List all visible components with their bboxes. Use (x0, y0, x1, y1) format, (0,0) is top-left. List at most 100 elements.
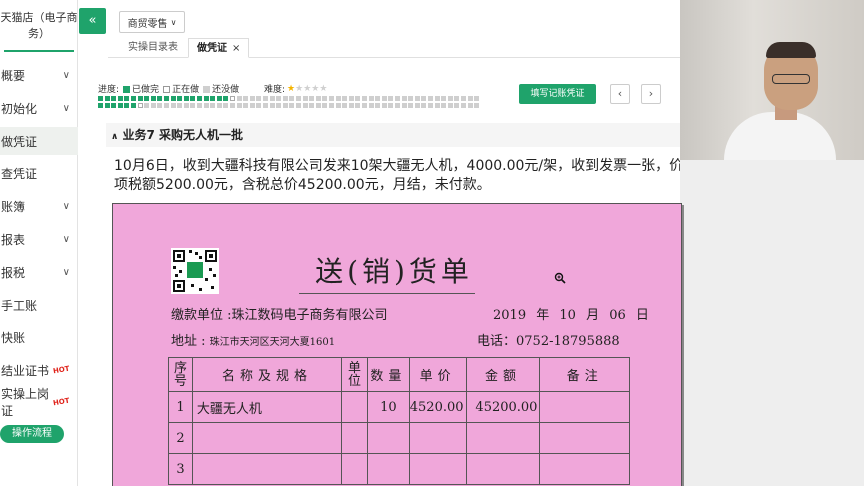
progress-cell[interactable] (210, 102, 216, 108)
sidebar-item[interactable]: 报税 ∨ (0, 258, 78, 286)
sidebar-item[interactable]: 账簿 ∨ (0, 192, 78, 220)
progress-cell[interactable] (441, 102, 447, 108)
next-icon[interactable]: › (641, 84, 661, 104)
progress-cell[interactable] (256, 96, 262, 101)
sidebar-item[interactable]: 手工账 (0, 291, 78, 319)
progress-cell[interactable] (302, 102, 308, 108)
fill-voucher-button[interactable]: 填写记账凭证 (519, 84, 596, 104)
progress-cell[interactable] (98, 102, 103, 108)
sidebar-item[interactable]: 报表 ∨ (0, 225, 78, 253)
progress-cell[interactable] (203, 96, 209, 101)
progress-cell[interactable] (461, 102, 466, 108)
progress-cell[interactable] (117, 102, 123, 108)
business-type-select[interactable]: 商贸零售 ∨ (119, 11, 185, 33)
progress-cell[interactable] (375, 102, 381, 108)
progress-cell[interactable] (421, 102, 427, 108)
progress-cell[interactable] (223, 96, 229, 101)
progress-cell[interactable] (296, 102, 301, 108)
progress-cell[interactable] (170, 102, 176, 108)
progress-cell[interactable] (276, 96, 282, 101)
progress-cell[interactable] (309, 102, 315, 108)
progress-cell[interactable] (408, 102, 414, 108)
progress-cell[interactable] (342, 96, 348, 101)
progress-cell[interactable] (322, 102, 328, 108)
progress-cell[interactable] (177, 102, 183, 108)
progress-cell[interactable] (144, 102, 150, 108)
progress-cell[interactable] (243, 102, 249, 108)
progress-cell[interactable] (434, 102, 440, 108)
progress-cell[interactable] (368, 102, 374, 108)
progress-cell[interactable] (348, 102, 354, 108)
progress-cell[interactable] (230, 102, 235, 108)
progress-cell[interactable] (197, 102, 202, 108)
progress-cell[interactable] (414, 102, 420, 108)
progress-cell[interactable] (454, 96, 460, 101)
sidebar-item[interactable]: 概要 ∨ (0, 61, 78, 89)
progress-cell[interactable] (302, 96, 308, 101)
progress-cell[interactable] (348, 96, 354, 101)
progress-cell[interactable] (375, 96, 381, 101)
progress-cell[interactable] (263, 102, 268, 108)
sidebar-item[interactable]: 初始化 ∨ (0, 94, 78, 122)
progress-cell[interactable] (355, 102, 361, 108)
prev-icon[interactable]: ‹ (610, 84, 630, 104)
operation-flow-button[interactable]: 操作流程 (0, 425, 64, 443)
progress-cell[interactable] (197, 96, 202, 101)
progress-cell[interactable] (315, 96, 321, 101)
progress-cell[interactable] (355, 96, 361, 101)
progress-cell[interactable] (362, 102, 367, 108)
progress-cell[interactable] (269, 96, 275, 101)
progress-cell[interactable] (216, 96, 222, 101)
progress-cell[interactable] (104, 102, 110, 108)
progress-cell[interactable] (282, 96, 288, 101)
progress-cell[interactable] (329, 102, 334, 108)
progress-cell[interactable] (401, 102, 407, 108)
progress-cell[interactable] (236, 96, 242, 101)
sidebar-item[interactable]: 查凭证 (0, 159, 78, 187)
progress-cell[interactable] (428, 102, 433, 108)
progress-cell[interactable] (230, 96, 235, 101)
progress-cell[interactable] (381, 96, 387, 101)
progress-cell[interactable] (408, 96, 414, 101)
progress-cell[interactable] (335, 102, 341, 108)
close-tab-icon[interactable]: × (232, 43, 240, 54)
progress-cell[interactable] (428, 96, 433, 101)
progress-cell[interactable] (183, 96, 189, 101)
progress-cell[interactable] (190, 102, 196, 108)
progress-cell[interactable] (104, 96, 110, 101)
progress-cell[interactable] (183, 102, 189, 108)
progress-cell[interactable] (170, 96, 176, 101)
progress-cell[interactable] (124, 96, 130, 101)
progress-cell[interactable] (216, 102, 222, 108)
progress-cell[interactable] (381, 102, 387, 108)
progress-cell[interactable] (395, 102, 400, 108)
progress-cell[interactable] (164, 96, 169, 101)
progress-cell[interactable] (289, 102, 295, 108)
progress-cell[interactable] (296, 96, 301, 101)
progress-cell[interactable] (164, 102, 169, 108)
progress-cell[interactable] (111, 96, 117, 101)
progress-cell[interactable] (342, 102, 348, 108)
progress-cell[interactable] (249, 96, 255, 101)
progress-cell[interactable] (447, 102, 453, 108)
collapse-sidebar-button[interactable]: « (79, 8, 106, 34)
progress-cell[interactable] (124, 102, 130, 108)
progress-cell[interactable] (368, 96, 374, 101)
progress-cell[interactable] (137, 102, 143, 108)
progress-cell[interactable] (98, 96, 103, 101)
progress-cell[interactable] (203, 102, 209, 108)
progress-cell[interactable] (190, 96, 196, 101)
progress-cell[interactable] (434, 96, 440, 101)
progress-cell[interactable] (223, 102, 229, 108)
sidebar-item[interactable]: 做凭证 (0, 127, 78, 155)
progress-cell[interactable] (461, 96, 466, 101)
progress-cell[interactable] (474, 96, 480, 101)
progress-cell[interactable] (282, 102, 288, 108)
progress-cell[interactable] (236, 102, 242, 108)
progress-cell[interactable] (157, 96, 163, 101)
progress-cell[interactable] (362, 96, 367, 101)
progress-cell[interactable] (421, 96, 427, 101)
progress-cell[interactable] (414, 96, 420, 101)
sidebar-item[interactable]: 实操上岗证 HOT (0, 387, 78, 418)
progress-cell[interactable] (243, 96, 249, 101)
